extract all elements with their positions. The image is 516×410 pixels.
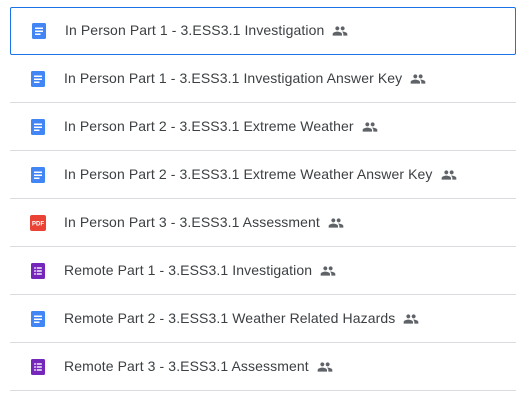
file-row[interactable]: Remote Part 3 - 3.ESS3.1 Assessment: [10, 344, 516, 391]
svg-text:PDF: PDF: [32, 222, 44, 228]
file-row[interactable]: In Person Part 1 - 3.ESS3.1 Investigatio…: [10, 7, 516, 55]
shared-people-icon: [320, 263, 336, 279]
shared-people-icon: [362, 119, 378, 135]
file-name-label: In Person Part 2 - 3.ESS3.1 Extreme Weat…: [64, 118, 378, 135]
google-doc-icon: [30, 119, 46, 135]
file-row[interactable]: In Person Part 2 - 3.ESS3.1 Extreme Weat…: [10, 104, 516, 151]
shared-people-icon: [317, 359, 333, 375]
shared-people-icon: [328, 215, 344, 231]
shared-people-icon: [403, 311, 419, 327]
file-row[interactable]: PDF In Person Part 3 - 3.ESS3.1 Assessme…: [10, 200, 516, 247]
file-row[interactable]: Remote Part 1 - 3.ESS3.1 Investigation: [10, 248, 516, 295]
file-name-label: In Person Part 3 - 3.ESS3.1 Assessment: [64, 214, 344, 231]
shared-people-icon: [410, 71, 426, 87]
google-doc-icon: [30, 311, 46, 327]
google-doc-icon: [30, 167, 46, 183]
file-row[interactable]: In Person Part 1 - 3.ESS3.1 Investigatio…: [10, 56, 516, 103]
file-name-label: Remote Part 1 - 3.ESS3.1 Investigation: [64, 262, 336, 279]
file-name-label: Remote Part 3 - 3.ESS3.1 Assessment: [64, 358, 333, 375]
file-name-label: In Person Part 1 - 3.ESS3.1 Investigatio…: [65, 22, 348, 39]
file-name-label: In Person Part 1 - 3.ESS3.1 Investigatio…: [64, 70, 426, 87]
google-doc-icon: [30, 71, 46, 87]
file-name-label: In Person Part 2 - 3.ESS3.1 Extreme Weat…: [64, 166, 457, 183]
shared-people-icon: [441, 167, 457, 183]
file-row[interactable]: In Person Part 2 - 3.ESS3.1 Extreme Weat…: [10, 152, 516, 199]
file-name-label: Remote Part 2 - 3.ESS3.1 Weather Related…: [64, 310, 419, 327]
pdf-icon: PDF: [30, 215, 46, 231]
file-list: In Person Part 1 - 3.ESS3.1 Investigatio…: [0, 0, 516, 410]
file-row[interactable]: Remote Part 2 - 3.ESS3.1 Weather Related…: [10, 296, 516, 343]
google-form-icon: [30, 263, 46, 279]
google-doc-icon: [31, 23, 47, 39]
google-form-icon: [30, 359, 46, 375]
shared-people-icon: [332, 23, 348, 39]
